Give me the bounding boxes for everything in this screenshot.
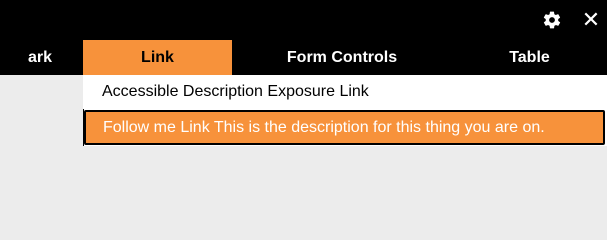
menu-item-accessible-description[interactable]: Accessible Description Exposure Link [83, 75, 605, 109]
tab-bar: ark Link Form Controls Table [0, 40, 607, 75]
tab-link[interactable]: Link [83, 40, 232, 75]
gear-icon [543, 11, 561, 29]
tab-label: Form Controls [286, 48, 398, 66]
tab-table[interactable]: Table [452, 40, 607, 75]
app-window: ✕ ark Link Form Controls Table Accessibl… [0, 0, 607, 219]
tab-label: Link [141, 48, 174, 66]
close-button[interactable]: ✕ [579, 8, 603, 32]
tab-label: ark [27, 48, 52, 66]
tab-form-controls[interactable]: Form Controls [232, 40, 452, 75]
menu-item-follow-me-link[interactable]: Follow me Link This is the description f… [84, 110, 605, 145]
link-dropdown-menu: Accessible Description Exposure Link Fol… [83, 75, 607, 146]
top-toolbar: ✕ [0, 0, 607, 40]
tab-label: Table [509, 48, 550, 66]
menu-item-label: Accessible Description Exposure Link [102, 83, 369, 100]
settings-button[interactable] [540, 8, 564, 32]
tab-bookmark[interactable]: ark [0, 40, 82, 75]
close-icon: ✕ [581, 7, 601, 32]
menu-item-label: Follow me Link This is the description f… [103, 118, 545, 136]
